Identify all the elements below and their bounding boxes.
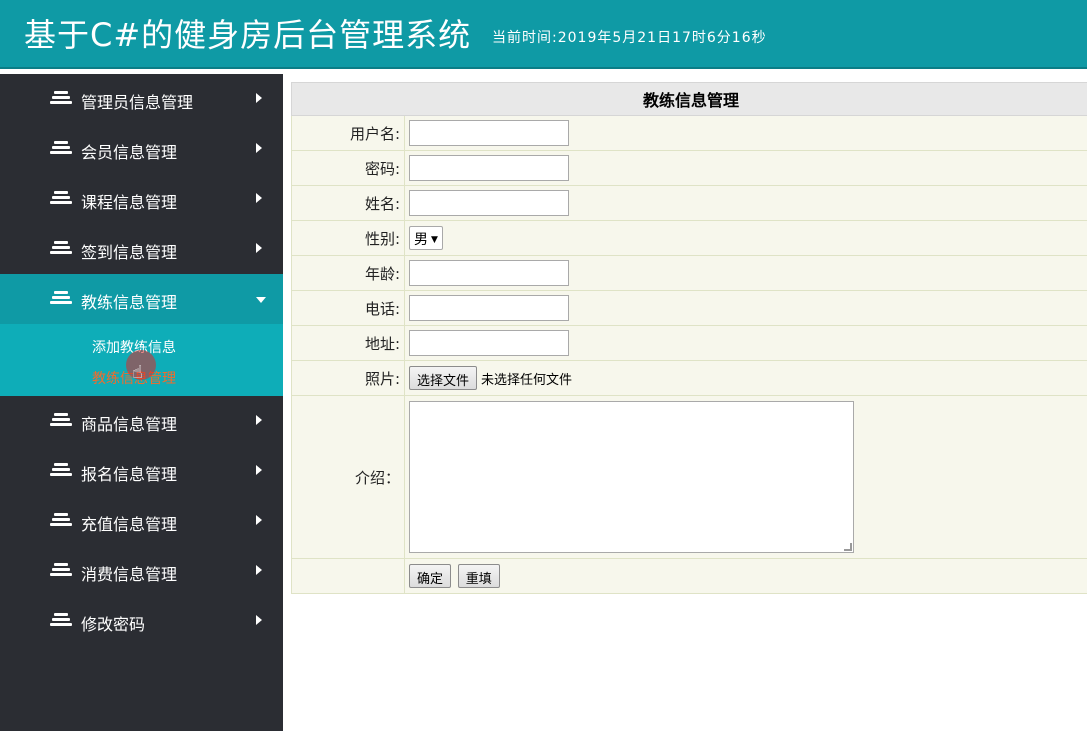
stack-icon: [50, 141, 72, 157]
name-label: 姓名:: [291, 185, 405, 221]
actions-spacer: [291, 558, 405, 594]
sidebar-item-label: 报名信息管理: [81, 465, 178, 484]
stack-icon: [50, 563, 72, 579]
name-input[interactable]: [409, 190, 569, 216]
stack-icon: [50, 291, 72, 307]
intro-textarea[interactable]: [409, 401, 854, 553]
sidebar: 管理员信息管理 会员信息管理 课程信息管理 签到信息管理 教练信息管理 添加教练…: [0, 74, 283, 731]
sidebar-item-consume[interactable]: 消费信息管理: [0, 546, 283, 596]
chevron-right-icon: [256, 93, 262, 103]
sidebar-item-password[interactable]: 修改密码: [0, 596, 283, 646]
current-time: 当前时间:2019年5月21日17时6分16秒: [492, 30, 767, 46]
chevron-right-icon: [256, 515, 262, 525]
app-title: 基于C#的健身房后台管理系统: [24, 16, 472, 54]
form-title: 教练信息管理: [291, 82, 1087, 116]
chevron-right-icon: [256, 193, 262, 203]
sidebar-item-label: 充值信息管理: [81, 515, 178, 534]
sidebar-item-label: 教练信息管理: [81, 293, 178, 312]
reset-button[interactable]: 重填: [457, 564, 500, 588]
form-table: 教练信息管理 用户名: 密码: 姓名: 性别: 男 ▼ 年龄: 电话: 地址: …: [291, 82, 1087, 594]
resize-grip-icon[interactable]: [844, 543, 852, 551]
password-input[interactable]: [409, 155, 569, 181]
sidebar-item-member[interactable]: 会员信息管理: [0, 124, 283, 174]
photo-label: 照片:: [291, 360, 405, 396]
submit-button[interactable]: 确定: [409, 564, 452, 588]
gender-value: 男: [414, 232, 428, 248]
sidebar-item-label: 商品信息管理: [81, 415, 178, 434]
address-label: 地址:: [291, 325, 405, 361]
sidebar-item-label: 修改密码: [81, 615, 146, 634]
sidebar-item-signup[interactable]: 报名信息管理: [0, 446, 283, 496]
stack-icon: [50, 91, 72, 107]
stack-icon: [50, 613, 72, 629]
intro-label: 介绍：: [291, 395, 405, 559]
chevron-right-icon: [256, 243, 262, 253]
sidebar-item-admin[interactable]: 管理员信息管理: [0, 74, 283, 124]
choose-file-button[interactable]: 选择文件: [409, 366, 478, 390]
phone-input[interactable]: [409, 295, 569, 321]
username-label: 用户名:: [291, 115, 405, 151]
sidebar-item-label: 课程信息管理: [81, 193, 178, 212]
chevron-down-icon: [256, 297, 266, 303]
file-status: 未选择任何文件: [481, 372, 573, 388]
password-label: 密码:: [291, 150, 405, 186]
chevron-right-icon: [256, 615, 262, 625]
age-input[interactable]: [409, 260, 569, 286]
coach-form: 教练信息管理 用户名: 密码: 姓名: 性别: 男 ▼ 年龄: 电话: 地址: …: [291, 82, 1087, 594]
sidebar-item-course[interactable]: 课程信息管理: [0, 174, 283, 224]
gender-select[interactable]: 男 ▼: [409, 226, 443, 250]
stack-icon: [50, 413, 72, 429]
username-input[interactable]: [409, 120, 569, 146]
sidebar-item-label: 签到信息管理: [81, 243, 178, 262]
age-label: 年龄:: [291, 255, 405, 291]
phone-label: 电话:: [291, 290, 405, 326]
stack-icon: [50, 513, 72, 529]
app-header: 基于C#的健身房后台管理系统 当前时间:2019年5月21日17时6分16秒: [0, 0, 1087, 69]
sidebar-item-label: 会员信息管理: [81, 143, 178, 162]
sidebar-item-checkin[interactable]: 签到信息管理: [0, 224, 283, 274]
chevron-right-icon: [256, 143, 262, 153]
sidebar-item-coach[interactable]: 教练信息管理: [0, 274, 283, 324]
hand-cursor-icon: ☝: [132, 362, 143, 383]
sidebar-item-recharge[interactable]: 充值信息管理: [0, 496, 283, 546]
chevron-right-icon: [256, 565, 262, 575]
chevron-right-icon: [256, 465, 262, 475]
dropdown-arrow-icon: ▼: [431, 235, 438, 245]
stack-icon: [50, 241, 72, 257]
sidebar-item-label: 管理员信息管理: [81, 93, 194, 112]
stack-icon: [50, 191, 72, 207]
address-input[interactable]: [409, 330, 569, 356]
sidebar-item-label: 消费信息管理: [81, 565, 178, 584]
stack-icon: [50, 463, 72, 479]
gender-label: 性别:: [291, 220, 405, 256]
sidebar-item-goods[interactable]: 商品信息管理: [0, 396, 283, 446]
chevron-right-icon: [256, 415, 262, 425]
